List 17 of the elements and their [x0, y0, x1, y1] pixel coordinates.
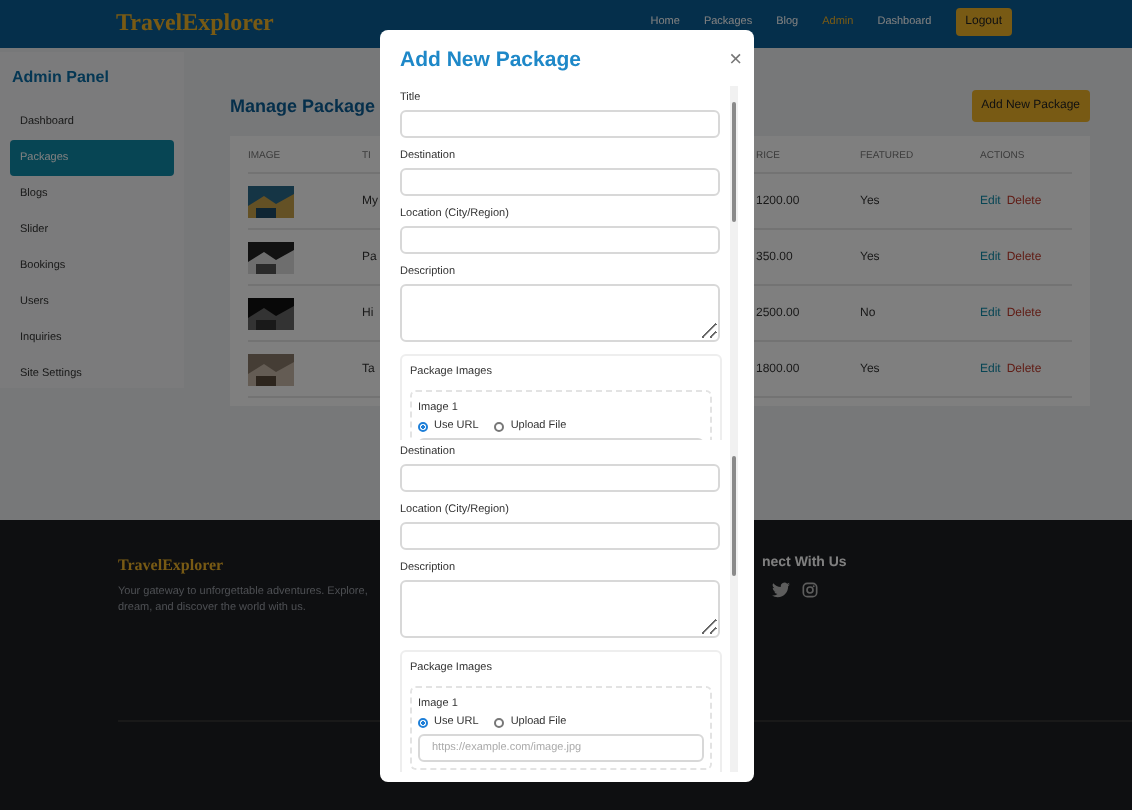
bird-icon[interactable] [772, 582, 790, 598]
footer-logo: TravelExplorer [118, 556, 226, 574]
camera-icon[interactable] [802, 582, 818, 598]
input-field[interactable] [400, 110, 720, 138]
site-logo[interactable]: TravelExplorer [116, 8, 274, 38]
page-title: Manage Package [230, 96, 376, 116]
sidebar-title: Admin Panel [12, 68, 111, 86]
close-button[interactable]: × [717, 49, 754, 71]
description-textarea[interactable] [400, 580, 720, 638]
scrollbar[interactable] [730, 440, 738, 772]
input-field[interactable] [400, 168, 720, 196]
scrollbar[interactable] [730, 86, 738, 440]
modal-title: Add New Package [400, 48, 581, 72]
input-field[interactable] [400, 226, 720, 254]
description-textarea[interactable] [400, 284, 720, 342]
input-field[interactable] [400, 464, 720, 492]
input-field[interactable] [400, 522, 720, 550]
